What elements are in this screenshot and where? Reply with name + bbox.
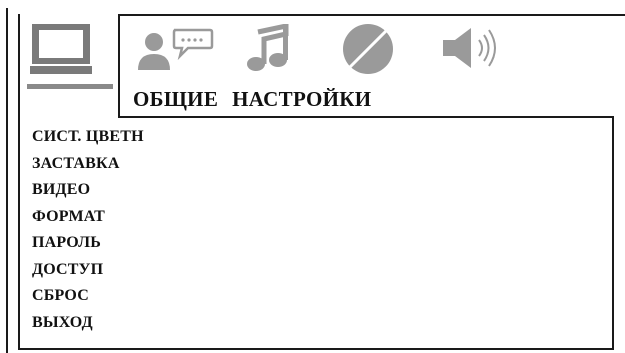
menu-item-exit[interactable]: ВЫХОД <box>32 313 144 340</box>
tab-divider-line <box>118 14 120 118</box>
contrast-disc-icon <box>343 24 393 74</box>
menu-item-password[interactable]: ПАРОЛЬ <box>32 233 144 260</box>
frame-top-line <box>118 14 625 16</box>
speaker-icon <box>443 28 496 68</box>
frame-outer-left-line <box>6 8 8 353</box>
tab-speaker[interactable] <box>441 26 501 70</box>
menu-item-access[interactable]: ДОСТУП <box>32 260 144 287</box>
page-title-part1: ОБЩИЕ <box>133 87 219 111</box>
frame-right-line <box>612 116 614 350</box>
settings-menu: СИСТ. ЦВЕТН ЗАСТАВКА ВИДЕО ФОРМАТ ПАРОЛЬ… <box>32 127 144 339</box>
page-title: ОБЩИЕ НАСТРОЙКИ <box>133 87 385 112</box>
tab-video[interactable] <box>341 22 395 76</box>
monitor-icon <box>30 24 92 74</box>
menu-item-color-system[interactable]: СИСТ. ЦВЕТН <box>32 127 144 154</box>
page-title-part2: НАСТРОЙКИ <box>232 87 372 111</box>
menu-item-format[interactable]: ФОРМАТ <box>32 207 144 234</box>
header-bottom-line <box>118 116 614 118</box>
tab-audio[interactable] <box>244 22 292 74</box>
menu-item-video[interactable]: ВИДЕО <box>32 180 144 207</box>
tab-language[interactable] <box>136 26 214 74</box>
music-note-icon <box>247 22 289 71</box>
tab-general[interactable] <box>30 22 94 76</box>
menu-item-screensaver[interactable]: ЗАСТАВКА <box>32 154 144 181</box>
frame-left-line <box>18 14 20 349</box>
frame-bottom-line <box>18 348 614 350</box>
active-tab-underline <box>27 84 113 89</box>
speech-bubble-person-icon <box>138 28 214 70</box>
menu-item-reset[interactable]: СБРОС <box>32 286 144 313</box>
